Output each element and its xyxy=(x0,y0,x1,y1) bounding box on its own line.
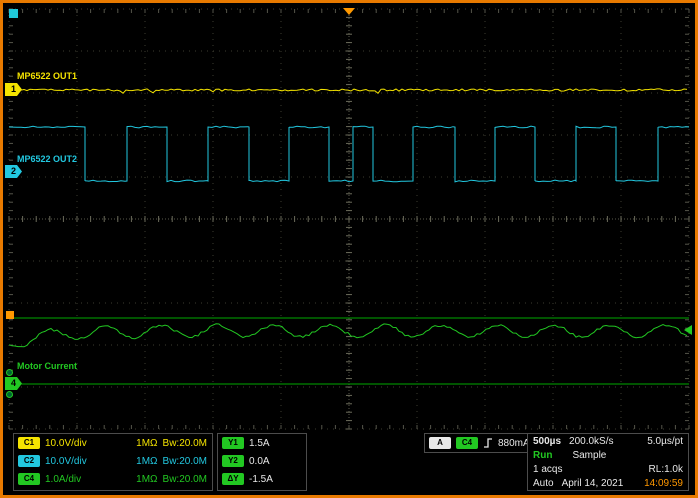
channel-readout-box: C1 10.0V/div 1MΩ Bw:20.0M C2 10.0V/div 1… xyxy=(13,433,213,491)
channel2-bandwidth: Bw:20.0M xyxy=(163,456,207,467)
resolution-value: 5.0µs/pt xyxy=(647,436,683,447)
channel1-scale: 10.0V/div xyxy=(45,438,87,449)
date-label: April 14, 2021 xyxy=(562,478,624,489)
cursor-delta-row: ΔY -1.5A xyxy=(218,470,306,488)
cursor-handle-a-icon[interactable] xyxy=(6,369,13,376)
datetime-row: Auto April 14, 2021 14:09:59 xyxy=(528,476,688,490)
acq-mode: Sample xyxy=(572,450,606,461)
trigger-position-icon[interactable] xyxy=(343,8,355,15)
channel2-badge[interactable]: C2 xyxy=(18,455,40,467)
channel1-bandwidth: Bw:20.0M xyxy=(163,438,207,449)
channel4-badge[interactable]: C4 xyxy=(18,473,40,485)
cursor-y2-value: 0.0A xyxy=(249,456,270,467)
channel1-readout-row: C1 10.0V/div 1MΩ Bw:20.0M xyxy=(14,434,212,452)
channel4-impedance: 1MΩ xyxy=(136,474,157,485)
trigger-level-value: 880mA xyxy=(498,438,530,449)
channel2-readout-row: C2 10.0V/div 1MΩ Bw:20.0M xyxy=(14,452,212,470)
trigger-mode-badge: A xyxy=(429,437,451,449)
trigger-mode-label: Auto xyxy=(533,478,554,489)
channel2-impedance: 1MΩ xyxy=(136,456,157,467)
channel2-waveform-label: MP6522 OUT2 xyxy=(17,154,77,164)
cursor-handle-b-icon[interactable] xyxy=(6,391,13,398)
sample-rate-value: 200.0kS/s xyxy=(569,436,613,447)
run-status: Run xyxy=(533,450,552,461)
channel4-waveform-label: Motor Current xyxy=(17,361,77,371)
cursor-a-marker[interactable] xyxy=(6,311,14,319)
cursor-y2-badge[interactable]: Y2 xyxy=(222,455,244,467)
rising-edge-icon xyxy=(483,437,493,449)
display-area: 1 2 4 MP6522 OUT1 MP6522 OUT2 Motor Curr… xyxy=(3,3,695,495)
trigger-source-badge: C4 xyxy=(456,437,478,449)
channel4-readout-row: C4 1.0A/div 1MΩ Bw:20.0M xyxy=(14,470,212,488)
cursor-y2-row: Y2 0.0A xyxy=(218,452,306,470)
cursor-y1-badge[interactable]: Y1 xyxy=(222,437,244,449)
channel1-waveform-label: MP6522 OUT1 xyxy=(17,71,77,81)
acq-count-row: 1 acqs RL:1.0k xyxy=(528,462,688,476)
channel4-bandwidth: Bw:20.0M xyxy=(163,474,207,485)
waveform-graticule xyxy=(3,3,695,433)
channel1-impedance: 1MΩ xyxy=(136,438,157,449)
time-label: 14:09:59 xyxy=(644,478,683,489)
oscilloscope-screen: 1 2 4 MP6522 OUT1 MP6522 OUT2 Motor Curr… xyxy=(0,0,698,498)
cursor-y1-value: 1.5A xyxy=(249,438,270,449)
acq-count: 1 acqs xyxy=(533,464,562,475)
cursor-readout-box: Y1 1.5A Y2 0.0A ΔY -1.5A xyxy=(217,433,307,491)
channel2-scale: 10.0V/div xyxy=(45,456,87,467)
record-length: RL:1.0k xyxy=(649,464,683,475)
top-left-marker xyxy=(9,9,18,18)
timebase-value: 500µs xyxy=(533,436,561,447)
acq-state-row: Run Sample xyxy=(528,448,688,462)
channel4-scale: 1.0A/div xyxy=(45,474,81,485)
channel1-badge[interactable]: C1 xyxy=(18,437,40,449)
timebase-row: 500µs 200.0kS/s 5.0µs/pt xyxy=(528,434,688,448)
cursor-delta-badge[interactable]: ΔY xyxy=(222,473,244,485)
trigger-level-arrow-icon[interactable] xyxy=(684,325,692,335)
horizontal-readout-box[interactable]: 500µs 200.0kS/s 5.0µs/pt Run Sample 1 ac… xyxy=(527,433,689,491)
cursor-delta-value: -1.5A xyxy=(249,474,273,485)
cursor-y1-row: Y1 1.5A xyxy=(218,434,306,452)
